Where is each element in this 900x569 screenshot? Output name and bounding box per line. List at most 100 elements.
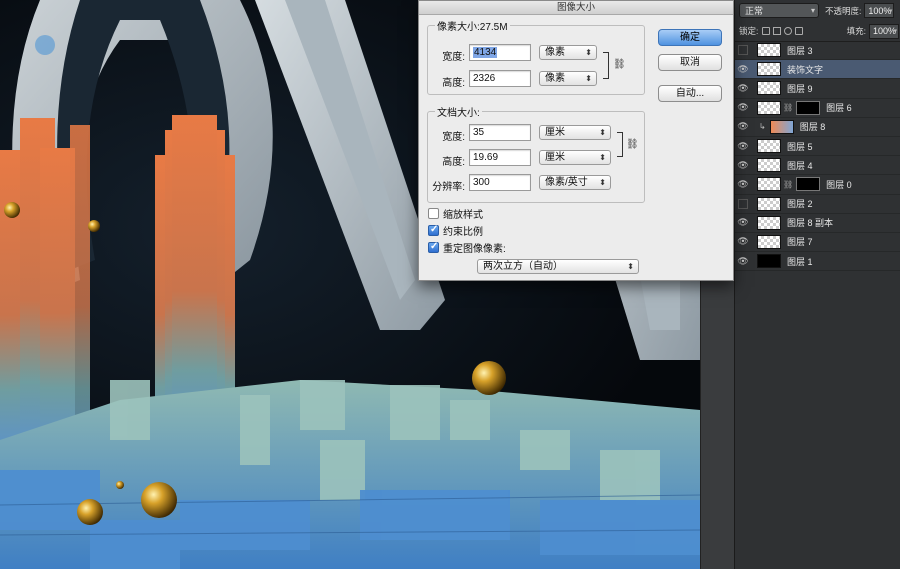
blend-mode-value: 正常 (745, 6, 764, 16)
opacity-label: 不透明度: (825, 5, 862, 16)
doc-width-input[interactable]: 35 (469, 124, 531, 141)
fill-field[interactable]: 100% (869, 23, 899, 39)
layer-row[interactable]: 图层 2 (735, 195, 900, 214)
layer-name[interactable]: 装饰文字 (787, 63, 823, 76)
resolution-label: 分辨率: (432, 182, 465, 193)
layer-name[interactable]: 图层 5 (787, 140, 813, 153)
dialog-title: 图像大小 (419, 1, 733, 15)
cancel-button[interactable]: 取消 (658, 54, 722, 71)
width-label: 宽度: (442, 52, 465, 63)
photoshop-workspace: 正常 不透明度: 100% 锁定: 填充: 100% 图层 3 👁 装饰文字 👁 图层 … (0, 0, 900, 569)
layer-name[interactable]: 图层 7 (787, 235, 813, 248)
scale-styles-option[interactable]: 缩放样式 (428, 206, 483, 221)
layer-row[interactable]: 👁 图层 7 (735, 233, 900, 253)
doc-chain-link-icon: ⛓ (626, 139, 639, 150)
visibility-eye-icon[interactable]: 👁 (735, 179, 751, 190)
layer-thumbnail[interactable] (757, 100, 781, 115)
width-unit-value: 像素 (545, 47, 565, 58)
layer-row[interactable]: 图层 3 (735, 41, 900, 61)
layer-row[interactable]: 👁 装饰文字 (735, 60, 900, 80)
doc-width-unit-select[interactable]: 厘米 (539, 125, 611, 140)
doc-height-label: 高度: (442, 157, 465, 168)
width-input[interactable]: 4134 (469, 44, 531, 61)
layer-name[interactable]: 图层 4 (787, 159, 813, 172)
layer-name[interactable]: 图层 0 (826, 178, 852, 191)
visibility-eye-icon[interactable]: 👁 (735, 83, 751, 94)
layer-thumbnail[interactable] (757, 62, 781, 77)
layer-thumbnail[interactable] (757, 158, 781, 173)
visibility-eye-icon[interactable]: 👁 (735, 141, 751, 152)
chain-link-icon: ⛓ (613, 59, 626, 70)
layer-name[interactable]: 图层 3 (787, 44, 813, 57)
resolution-input[interactable]: 300 (469, 174, 531, 191)
lock-all-icon[interactable] (795, 27, 804, 35)
height-unit-select[interactable]: 像素 (539, 71, 597, 86)
visibility-toggle-off[interactable] (738, 45, 748, 56)
visibility-toggle-off[interactable] (738, 198, 748, 209)
mask-link-icon[interactable]: ⛓ (783, 180, 793, 189)
constrain-proportions-checkbox[interactable] (428, 224, 439, 236)
layer-name[interactable]: 图层 2 (787, 197, 813, 210)
opacity-field[interactable]: 100% (864, 3, 895, 18)
layer-name[interactable]: 图层 9 (787, 82, 813, 95)
layer-mask-thumbnail[interactable] (796, 100, 821, 115)
layer-thumbnail[interactable] (757, 215, 781, 230)
width-unit-select[interactable]: 像素 (539, 45, 597, 60)
scale-styles-checkbox[interactable] (428, 208, 439, 219)
layer-mask-thumbnail[interactable] (796, 177, 821, 192)
resample-method-value: 两次立方（自动） (483, 261, 563, 272)
doc-height-value: 19.69 (473, 152, 499, 163)
doc-height-unit-select[interactable]: 厘米 (539, 150, 611, 165)
constrain-proportions-option[interactable]: 约束比例 (428, 223, 483, 238)
layer-thumbnail[interactable] (757, 139, 781, 154)
layer-row[interactable]: 👁 图层 1 (735, 252, 900, 272)
lock-pixels-icon[interactable] (773, 27, 782, 35)
sphere (141, 482, 177, 518)
ok-button[interactable]: 确定 (658, 29, 722, 46)
constrain-proportions-label: 约束比例 (443, 227, 483, 238)
sphere (472, 361, 506, 395)
visibility-eye-icon[interactable]: 👁 (735, 121, 751, 132)
layer-name[interactable]: 图层 8 副本 (787, 216, 833, 229)
layer-row[interactable]: 👁 图层 9 (735, 79, 900, 99)
layer-name[interactable]: 图层 8 (800, 120, 826, 133)
visibility-eye-icon[interactable]: 👁 (735, 102, 751, 113)
layer-row[interactable]: 👁 ↳ 图层 8 (735, 118, 900, 137)
layer-thumbnail[interactable] (757, 43, 781, 58)
blend-mode-select[interactable]: 正常 (739, 3, 819, 18)
layers-panel-lock-row: 锁定: 填充: 100% (735, 21, 900, 42)
layer-thumbnail[interactable] (757, 196, 781, 211)
lock-position-icon[interactable] (784, 27, 793, 35)
image-size-dialog: 图像大小 像素大小:27.5M 宽度: 4134 像素 高度: 2326 像素 … (418, 0, 734, 281)
clipping-mask-icon: ↳ (759, 122, 766, 132)
layer-name[interactable]: 图层 1 (787, 255, 813, 268)
layer-row[interactable]: 👁 ⛓ 图层 6 (735, 99, 900, 118)
resample-checkbox[interactable] (428, 241, 439, 253)
layer-row[interactable]: 👁 ⛓ 图层 0 (735, 175, 900, 195)
resample-method-select[interactable]: 两次立方（自动） (477, 259, 639, 274)
auto-button[interactable]: 自动... (658, 85, 722, 102)
visibility-eye-icon[interactable]: 👁 (735, 256, 751, 267)
layer-row[interactable]: 👁 图层 8 副本 (735, 214, 900, 233)
height-input[interactable]: 2326 (469, 70, 531, 87)
mask-link-icon[interactable]: ⛓ (783, 103, 793, 112)
resample-option[interactable]: 重定图像像素: (428, 240, 506, 255)
layer-thumbnail[interactable] (757, 254, 781, 269)
doc-height-input[interactable]: 19.69 (469, 149, 531, 166)
height-value: 2326 (473, 73, 496, 84)
layer-thumbnail[interactable] (769, 119, 794, 134)
layer-row[interactable]: 👁 图层 5 (735, 137, 900, 157)
layer-row[interactable]: 👁 图层 4 (735, 156, 900, 176)
layer-thumbnail[interactable] (757, 177, 781, 192)
visibility-eye-icon[interactable]: 👁 (735, 64, 751, 75)
layer-thumbnail[interactable] (757, 81, 781, 96)
visibility-eye-icon[interactable]: 👁 (735, 160, 751, 171)
layer-thumbnail[interactable] (757, 234, 781, 249)
fill-label: 填充: (846, 26, 866, 36)
lock-transparency-icon[interactable] (762, 27, 771, 35)
layer-name[interactable]: 图层 6 (826, 101, 852, 114)
visibility-eye-icon[interactable]: 👁 (735, 217, 751, 228)
resample-label: 重定图像像素: (443, 244, 506, 255)
resolution-unit-select[interactable]: 像素/英寸 (539, 175, 611, 190)
visibility-eye-icon[interactable]: 👁 (735, 236, 751, 247)
